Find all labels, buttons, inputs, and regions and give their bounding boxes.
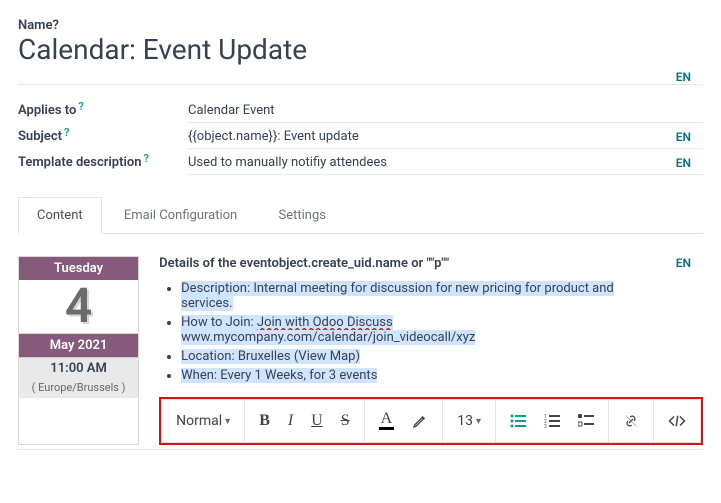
- svg-text:3: 3: [544, 424, 547, 428]
- strikethrough-button[interactable]: S: [335, 408, 356, 434]
- checklist-icon: [578, 414, 594, 428]
- subject-row: Subject? {{object.name}}: Event update E…: [18, 129, 703, 149]
- content-lang-en[interactable]: EN: [676, 256, 703, 271]
- bottom-divider: [18, 449, 703, 450]
- numbered-list-icon: 123: [544, 414, 560, 428]
- calendar-time: 11:00 AM: [19, 357, 138, 379]
- calendar-month: May 2021: [19, 334, 138, 357]
- name-value[interactable]: Calendar: Event Update: [18, 33, 676, 66]
- name-label: Name?: [18, 18, 676, 33]
- bold-button[interactable]: B: [253, 408, 276, 434]
- template-description-lang-en[interactable]: EN: [676, 156, 703, 170]
- applies-to-value[interactable]: Calendar Event: [188, 103, 703, 123]
- calendar-timezone: ( Europe/Brussels ): [19, 379, 138, 398]
- italic-button[interactable]: I: [282, 408, 299, 434]
- unlink-icon: [623, 413, 639, 429]
- tab-content[interactable]: Content: [18, 197, 102, 234]
- bullet-list-icon: [510, 414, 526, 428]
- event-details-list[interactable]: Description: Internal meeting for discus…: [159, 281, 703, 383]
- tab-content-body: Tuesday 4 May 2021 11:00 AM ( Europe/Bru…: [18, 234, 703, 445]
- brush-icon: [412, 413, 428, 429]
- code-view-button[interactable]: [662, 410, 692, 432]
- editor-toolbar: Normal▾ B I U S A 13▾: [161, 399, 701, 443]
- applies-to-label: Applies to?: [18, 103, 188, 123]
- detail-how-to-join: How to Join: Join with Odoo Discuss www.…: [181, 315, 703, 345]
- calendar-day: 4: [19, 280, 138, 333]
- detail-location: Location: Bruxelles (View Map): [181, 349, 703, 364]
- unlink-button[interactable]: [617, 409, 645, 433]
- content-heading: Details of the eventobject.create_uid.na…: [159, 256, 449, 271]
- paragraph-style-dropdown[interactable]: Normal▾: [170, 409, 236, 433]
- template-description-value[interactable]: Used to manually notifiy attendees EN: [188, 155, 703, 175]
- ordered-list-button[interactable]: 123: [538, 410, 566, 432]
- detail-when: When: Every 1 Weeks, for 3 events: [181, 368, 703, 383]
- font-size-dropdown[interactable]: 13▾: [451, 409, 487, 433]
- font-color-button[interactable]: A: [373, 408, 401, 433]
- unordered-list-button[interactable]: [504, 410, 532, 432]
- code-icon: [668, 414, 686, 428]
- subject-label: Subject?: [18, 129, 188, 149]
- name-lang-en[interactable]: EN: [676, 70, 703, 84]
- tab-email-configuration[interactable]: Email Configuration: [105, 197, 256, 234]
- name-field-row: Name? Calendar: Event Update EN: [18, 18, 703, 85]
- tab-settings[interactable]: Settings: [259, 197, 344, 234]
- subject-lang-en[interactable]: EN: [676, 130, 703, 144]
- applies-to-row: Applies to? Calendar Event: [18, 103, 703, 123]
- calendar-widget: Tuesday 4 May 2021 11:00 AM ( Europe/Bru…: [18, 256, 139, 445]
- highlight-color-button[interactable]: [406, 409, 434, 433]
- checklist-button[interactable]: [572, 410, 600, 432]
- template-description-row: Template description? Used to manually n…: [18, 155, 703, 175]
- editor-toolbar-highlight: Normal▾ B I U S A 13▾: [159, 397, 703, 445]
- subject-value[interactable]: {{object.name}}: Event update EN: [188, 129, 703, 149]
- template-description-label: Template description?: [18, 155, 188, 175]
- tabs: Content Email Configuration Settings: [18, 197, 703, 234]
- underline-button[interactable]: U: [305, 408, 329, 434]
- detail-description: Description: Internal meeting for discus…: [181, 281, 703, 311]
